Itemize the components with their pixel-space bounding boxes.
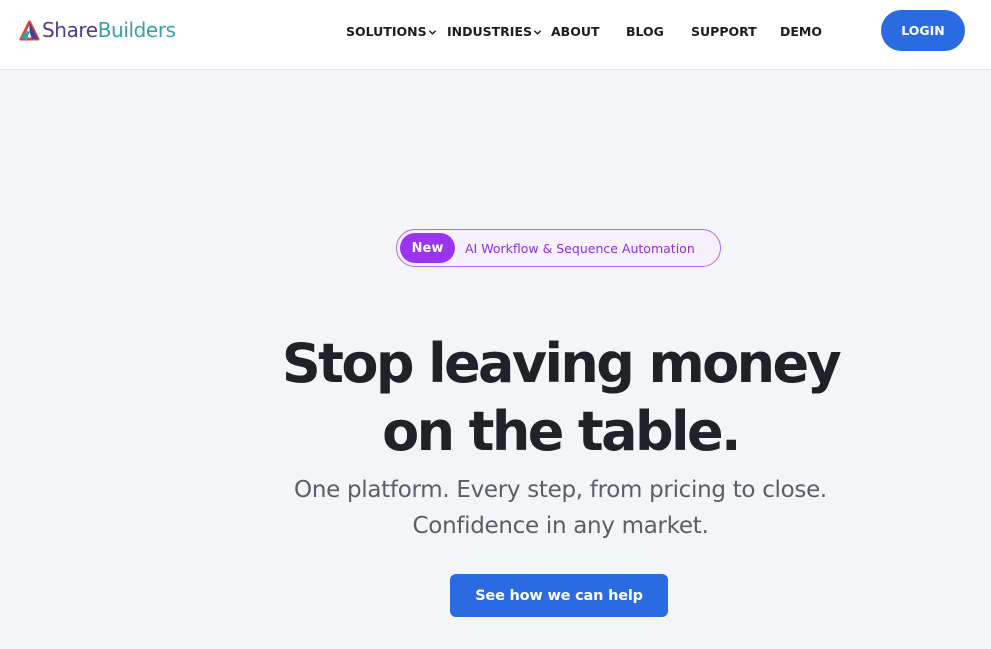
hero-subheadline-line1: One platform. Every step, from pricing t… [294,477,827,503]
nav-item-label: DEMO [780,23,822,39]
hero-subheadline: One platform. Every step, from pricing t… [0,472,991,544]
nav-item-label: BLOG [626,23,664,39]
announcement-text: AI Workflow & Sequence Automation [465,240,695,256]
nav-item-label: INDUSTRIES [447,23,532,39]
nav-item-about[interactable]: ABOUT [551,22,600,40]
hero-headline-line2: on the table. [382,400,741,463]
nav-item-industries[interactable]: INDUSTRIES [447,22,542,40]
nav-item-demo[interactable]: DEMO [780,22,822,40]
hero-headline: Stop leaving money on the table. [0,330,991,466]
hero-headline-line1: Stop leaving money [281,332,842,395]
announcement-pill[interactable]: New AI Workflow & Sequence Automation [396,229,721,267]
nav-item-solutions[interactable]: SOLUTIONS [346,22,437,40]
login-button[interactable]: LOGIN [881,10,965,51]
nav-item-label: SOLUTIONS [346,23,427,39]
hero-subheadline-line2: Confidence in any market. [412,513,709,539]
nav-item-blog[interactable]: BLOG [626,22,664,40]
new-badge: New [400,233,455,263]
site-header: ShareBuilders SOLUTIONS INDUSTRIES ABOUT… [0,0,991,70]
chevron-down-icon [534,29,541,35]
nav-item-label: ABOUT [551,23,600,39]
cta-button[interactable]: See how we can help [450,574,668,617]
nav-item-label: SUPPORT [691,23,757,39]
nav-item-support[interactable]: SUPPORT [691,22,757,40]
chevron-down-icon [428,29,436,35]
main-nav: SOLUTIONS INDUSTRIES ABOUT BLOG SUPPORT … [0,0,991,62]
